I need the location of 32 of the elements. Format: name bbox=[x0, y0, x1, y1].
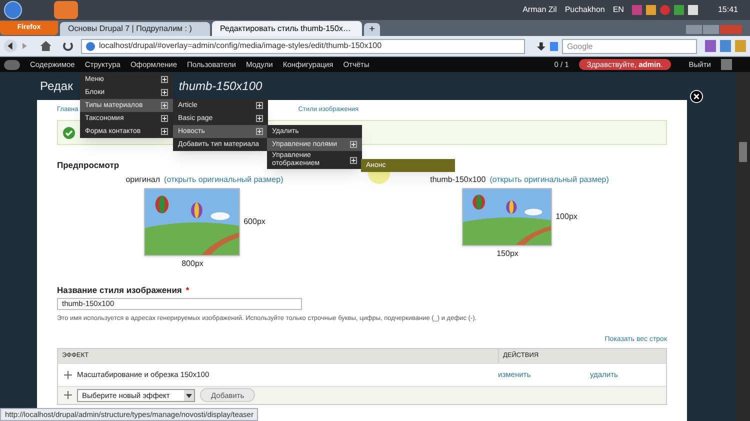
close-icon[interactable] bbox=[690, 90, 703, 103]
user-name: Arman Zil bbox=[522, 4, 557, 16]
start-orb-icon[interactable] bbox=[4, 1, 22, 19]
new-tab-button[interactable]: + bbox=[364, 23, 380, 36]
scrollbar[interactable] bbox=[736, 72, 750, 421]
location-name: Puchakhon bbox=[564, 4, 605, 16]
reload-icon[interactable] bbox=[63, 41, 73, 51]
open-original-link[interactable]: (открыть оригинальный размер) bbox=[490, 174, 609, 186]
back-icon[interactable] bbox=[4, 39, 17, 53]
browser-tab[interactable]: Редактировать стиль thumb-150x… bbox=[212, 21, 362, 36]
drag-handle-icon[interactable] bbox=[64, 391, 72, 400]
field-label: Название стиля изображения bbox=[57, 284, 182, 296]
download-icon[interactable] bbox=[537, 42, 546, 50]
width-label: 800px bbox=[182, 258, 204, 270]
check-icon bbox=[63, 126, 75, 138]
height-label: 100px bbox=[556, 210, 578, 223]
page-title: thumb-150x100 bbox=[178, 78, 262, 95]
search-field[interactable]: Google bbox=[562, 38, 697, 54]
image-caption: оригинал bbox=[126, 174, 160, 186]
clock[interactable]: 15:41 bbox=[718, 4, 738, 16]
width-label: 150px bbox=[496, 248, 518, 260]
height-label: 600px bbox=[244, 216, 266, 228]
language-indicator[interactable]: EN bbox=[612, 4, 624, 16]
dropdown-caret-icon bbox=[184, 390, 194, 401]
page-title: Редак bbox=[40, 78, 73, 95]
browser-tab[interactable]: Основы Drupal 7 | Подрупалим : ) bbox=[60, 22, 210, 36]
image-caption: thumb-150x100 bbox=[430, 174, 486, 186]
required-marker: * bbox=[186, 284, 190, 296]
address-field[interactable]: localhost/drupal/#overlay=admin/config/media/image-styles/edit/thumb-150x100 bbox=[80, 38, 526, 54]
open-original-link[interactable]: (открыть оригинальный размер) bbox=[164, 174, 284, 186]
drag-handle-icon[interactable] bbox=[64, 370, 72, 379]
preview-heading: Предпросмотр bbox=[57, 159, 120, 172]
